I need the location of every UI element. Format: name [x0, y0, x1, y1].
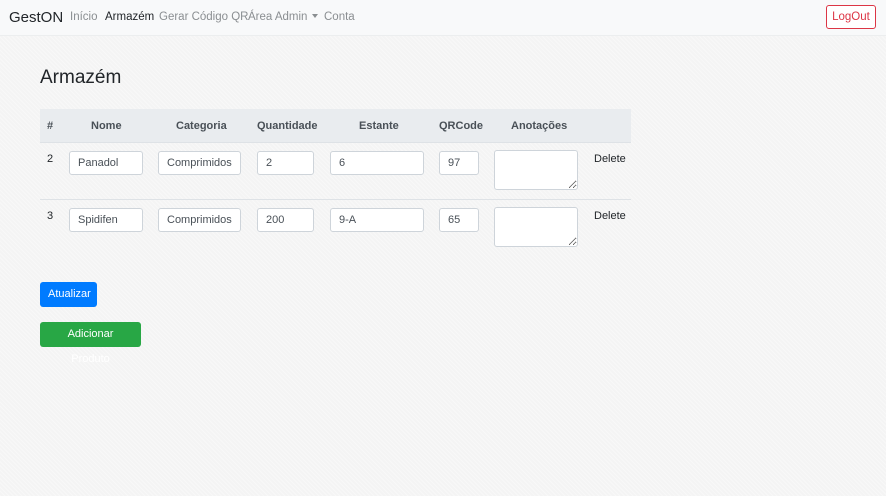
nav-dropdown-label: Área Admin: [248, 11, 308, 23]
column-header-id: #: [47, 120, 54, 132]
column-header-nome: Nome: [91, 120, 122, 132]
row-divider: [40, 199, 631, 200]
column-header-anotacoes: Anotações: [511, 120, 568, 132]
anotacoes-textarea[interactable]: [494, 207, 578, 247]
column-header-quantidade: Quantidade: [257, 120, 318, 132]
brand-logo[interactable]: GestON: [9, 9, 63, 26]
navbar: GestON Início Armazém Gerar Código QR Ár…: [0, 0, 886, 36]
nav-link-conta[interactable]: Conta: [324, 11, 355, 23]
table-header-row: # Nome Categoria Quantidade Estante QRCo…: [40, 109, 631, 142]
row-divider: [40, 142, 631, 143]
nav-dropdown-area-admin[interactable]: Área Admin: [248, 11, 319, 23]
column-header-categoria: Categoria: [176, 120, 227, 132]
column-header-estante: Estante: [359, 120, 399, 132]
cell-id: 3: [47, 210, 54, 222]
anotacoes-textarea[interactable]: [494, 150, 578, 190]
estante-input[interactable]: [330, 151, 424, 175]
qrcode-input[interactable]: [439, 208, 479, 232]
qrcode-input[interactable]: [439, 151, 479, 175]
quantidade-input[interactable]: [257, 208, 314, 232]
categoria-input[interactable]: [158, 208, 241, 232]
caret-down-icon: [312, 14, 319, 18]
nome-input[interactable]: [69, 151, 143, 175]
update-button[interactable]: Atualizar: [40, 282, 97, 307]
quantidade-input[interactable]: [257, 151, 314, 175]
column-header-qrcode: QRCode: [439, 120, 483, 132]
logout-button[interactable]: LogOut: [826, 5, 876, 29]
delete-link[interactable]: Delete: [594, 153, 626, 165]
nome-input[interactable]: [69, 208, 143, 232]
nav-link-gerar-codigo-qr[interactable]: Gerar Código QR: [159, 11, 248, 23]
page-title: Armazém: [40, 67, 122, 88]
delete-link[interactable]: Delete: [594, 210, 626, 222]
categoria-input[interactable]: [158, 151, 241, 175]
add-product-button[interactable]: Adicionar Produto: [40, 322, 141, 365]
estante-input[interactable]: [330, 208, 424, 232]
nav-link-armazem[interactable]: Armazém: [105, 11, 154, 23]
cell-id: 2: [47, 153, 54, 165]
nav-link-inicio[interactable]: Início: [70, 11, 98, 23]
